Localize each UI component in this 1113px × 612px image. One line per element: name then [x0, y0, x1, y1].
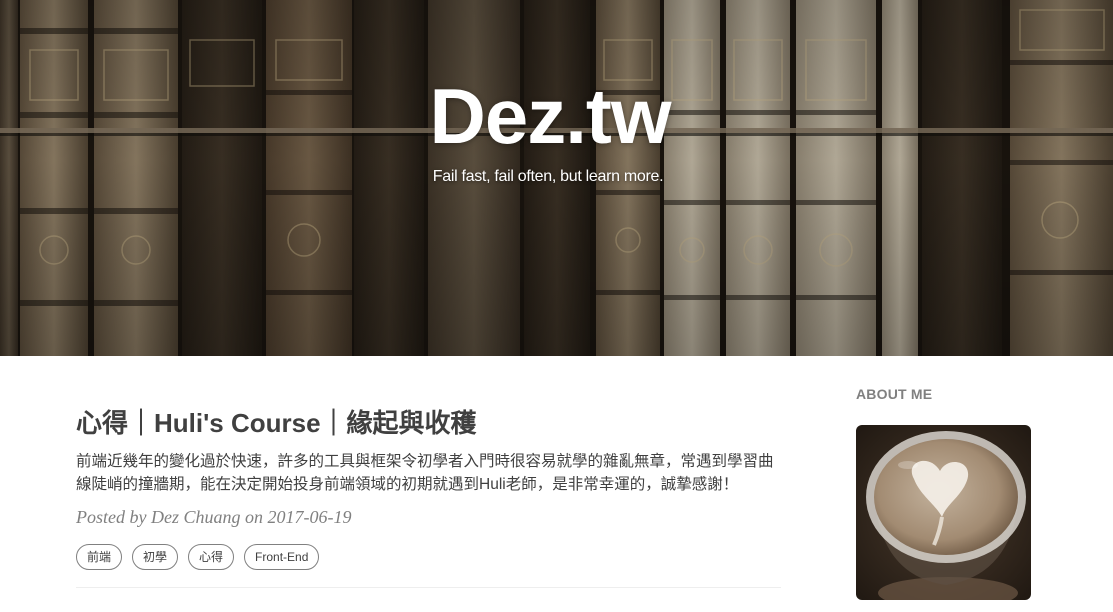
about-me-heading: ABOUT ME [856, 386, 933, 402]
post-divider [76, 587, 781, 588]
post-title[interactable]: 心得｜Huli's Course｜緣起與收穫 [76, 400, 781, 442]
post-meta-prefix: Posted by [76, 507, 151, 527]
tag-list: 前端 初學 心得 Front-End [76, 544, 781, 570]
latte-art-heart-icon [856, 425, 1031, 600]
tag-thoughts[interactable]: 心得 [188, 544, 235, 570]
post-excerpt[interactable]: 前端近幾年的變化過於快速，許多的工具與框架令初學者入門時很容易就學的雜亂無章，常… [76, 450, 781, 496]
post-author: Dez Chuang [150, 507, 241, 527]
post-meta-on: on [240, 507, 268, 527]
tag-frontend-zh[interactable]: 前端 [76, 544, 123, 570]
tag-beginner[interactable]: 初學 [132, 544, 179, 570]
site-title[interactable]: Dez.tw [0, 68, 1100, 164]
about-me-photo [856, 425, 1031, 600]
post-preview[interactable]: 心得｜Huli's Course｜緣起與收穫 前端近幾年的變化過於快速，許多的工… [76, 400, 781, 570]
site-header: Dez.tw Fail fast, fail often, but learn … [0, 0, 1113, 356]
site-subtitle: Fail fast, fail often, but learn more. [432, 168, 664, 185]
post-date: 2017-06-19 [267, 507, 352, 527]
post-meta: Posted by Dez Chuang on 2017-06-19 [76, 504, 781, 530]
tag-front-end[interactable]: Front-End [244, 544, 320, 570]
